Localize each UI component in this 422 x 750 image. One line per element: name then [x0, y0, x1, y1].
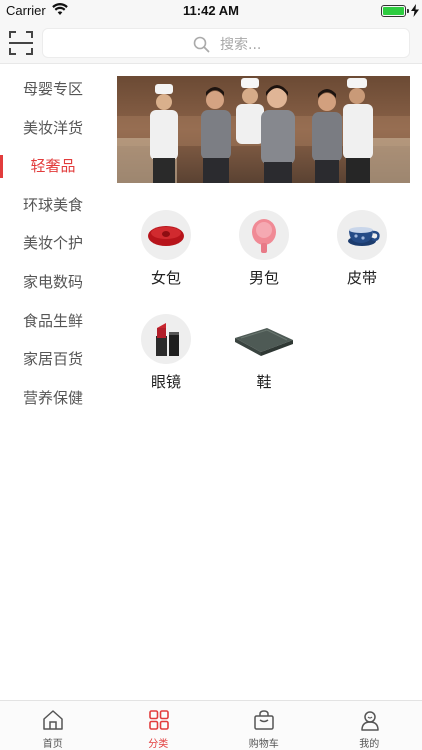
home-icon [43, 710, 63, 730]
subcategory-belts[interactable]: 皮带 [313, 205, 411, 305]
category-grid-icon [148, 710, 169, 730]
subcategory-mens-bags[interactable]: 男包 [215, 205, 313, 305]
tab-home[interactable]: 首页 [0, 701, 106, 750]
charging-icon [411, 4, 419, 17]
sidebar-item-label: 环球美食 [22, 195, 83, 214]
subcategory-label: 男包 [248, 269, 279, 287]
battery-icon [381, 5, 406, 17]
subcategory-label: 女包 [150, 269, 181, 287]
tab-profile[interactable]: 我的 [317, 701, 422, 750]
search-header: 搜索... [0, 22, 422, 64]
tab-cart[interactable]: 购物车 [211, 701, 317, 750]
search-placeholder: 搜索... [220, 37, 262, 53]
shopping-bag-icon [254, 710, 274, 730]
sidebar-item-label: 家电数码 [22, 272, 83, 291]
subcategory-label: 鞋 [256, 373, 272, 391]
tab-category[interactable]: 分类 [106, 701, 212, 750]
pink-brush-icon [239, 210, 289, 260]
tab-label: 首页 [42, 739, 63, 750]
tab-label: 我的 [359, 739, 380, 750]
tab-label: 购物车 [248, 739, 279, 750]
bottom-tab-bar: 首页 分类 购物车 我的 [0, 700, 422, 750]
battery-tip [407, 9, 409, 13]
sidebar-item-light-luxury[interactable]: 轻奢品 [0, 147, 106, 186]
profile-icon [360, 711, 379, 731]
grey-blanket-icon [231, 314, 297, 364]
sidebar-item-personal-care[interactable]: 美妆个护 [0, 224, 106, 263]
sidebar-item-global-food[interactable]: 环球美食 [0, 186, 106, 225]
category-banner[interactable] [117, 76, 410, 183]
subcategory-shoes[interactable]: 鞋 [215, 309, 313, 409]
red-pillow-icon [141, 210, 191, 260]
category-sidebar: 母婴专区 美妆洋货 轻奢品 环球美食 美妆个护 家电数码 食品生鲜 家居百货 营… [0, 70, 106, 417]
subcategory-glasses[interactable]: 眼镜 [117, 309, 215, 409]
sidebar-item-imported-beauty[interactable]: 美妆洋货 [0, 109, 106, 148]
sidebar-item-label: 母婴专区 [22, 80, 83, 98]
sidebar-item-label: 营养保健 [22, 388, 83, 407]
lipstick-icon [141, 314, 191, 364]
subcategory-label: 皮带 [346, 269, 377, 287]
sidebar-item-maternal-baby[interactable]: 母婴专区 [0, 70, 106, 109]
subcategory-label: 眼镜 [150, 373, 181, 391]
sidebar-item-label: 家居百货 [22, 350, 83, 369]
sidebar-item-label: 食品生鲜 [22, 311, 83, 330]
sidebar-item-label: 美妆洋货 [22, 118, 83, 137]
sidebar-item-label: 美妆个护 [22, 234, 83, 253]
sidebar-item-label: 轻奢品 [30, 157, 76, 176]
status-time: 11:42 AM [183, 3, 239, 18]
sidebar-item-home-goods[interactable]: 家居百货 [0, 340, 106, 379]
blue-teapot-icon [337, 210, 387, 260]
team-photo-banner [117, 76, 410, 183]
search-input[interactable]: 搜索... [42, 28, 410, 58]
tab-label: 分类 [148, 739, 169, 750]
sidebar-item-nutrition[interactable]: 营养保健 [0, 379, 106, 418]
sidebar-item-electronics[interactable]: 家电数码 [0, 263, 106, 302]
search-icon [193, 36, 210, 52]
subcategory-womens-bags[interactable]: 女包 [117, 205, 215, 305]
status-bar: Carrier 11:42 AM [0, 0, 422, 22]
sidebar-item-fresh-food[interactable]: 食品生鲜 [0, 302, 106, 341]
scan-icon[interactable] [8, 30, 34, 56]
